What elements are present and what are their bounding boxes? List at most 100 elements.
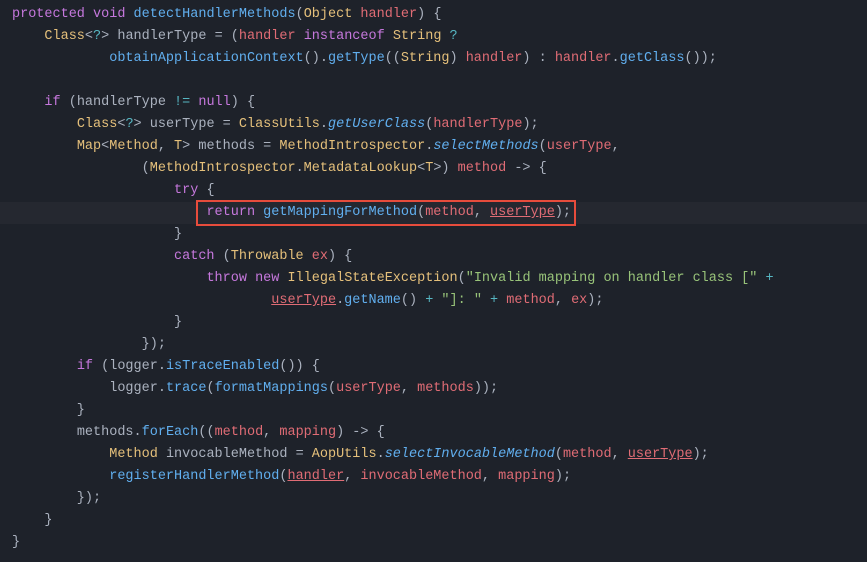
type: Map xyxy=(77,139,101,154)
parameter: userType xyxy=(547,139,612,154)
indent xyxy=(12,95,44,110)
variable: logger xyxy=(109,359,158,374)
method-call: forEach xyxy=(142,425,199,440)
type: ClassUtils xyxy=(239,117,320,132)
type: IllegalStateException xyxy=(287,271,457,286)
punctuation: , xyxy=(482,469,498,484)
code-editor[interactable]: protected void detectHandlerMethods(Obje… xyxy=(12,4,867,554)
type: String xyxy=(393,29,442,44)
punctuation: , xyxy=(612,447,628,462)
punctuation: > xyxy=(182,139,198,154)
type: Object xyxy=(304,7,353,22)
indent xyxy=(12,249,174,264)
punctuation: ) : xyxy=(522,51,554,66)
punctuation: . xyxy=(158,381,166,396)
method-call: isTraceEnabled xyxy=(166,359,279,374)
punctuation: ( xyxy=(215,249,231,264)
punctuation: , xyxy=(263,425,279,440)
indent xyxy=(12,271,206,286)
keyword: if xyxy=(44,95,60,110)
type: Method xyxy=(109,447,158,462)
method-call: getClass xyxy=(620,51,685,66)
keyword: return xyxy=(206,205,255,220)
space xyxy=(304,249,312,264)
type: MetadataLookup xyxy=(304,161,417,176)
punctuation: > xyxy=(134,117,150,132)
punctuation: ) xyxy=(450,51,466,66)
operator: ? xyxy=(441,29,457,44)
code-line: Map<Method, T> methods = MethodIntrospec… xyxy=(12,136,867,158)
method-call: formatMappings xyxy=(215,381,328,396)
punctuation: = ( xyxy=(206,29,238,44)
type: T xyxy=(174,139,182,154)
variable: methods xyxy=(198,139,255,154)
string: "Invalid mapping on handler class [" xyxy=(466,271,758,286)
indent xyxy=(12,381,109,396)
code-line: Class<?> handlerType = (handler instance… xyxy=(12,26,867,48)
brace: } xyxy=(12,227,182,242)
code-line: } xyxy=(12,510,867,532)
parameter: method xyxy=(215,425,264,440)
method-call: selectMethods xyxy=(433,139,538,154)
punctuation: ); xyxy=(555,205,571,220)
code-line: if (handlerType != null) { xyxy=(12,92,867,114)
method-call: getName xyxy=(344,293,401,308)
variable-captured: userType xyxy=(271,293,336,308)
parameter: userType xyxy=(336,381,401,396)
code-line: Class<?> userType = ClassUtils.getUserCl… xyxy=(12,114,867,136)
code-line: (MethodIntrospector.MetadataLookup<T>) m… xyxy=(12,158,867,180)
code-line: } xyxy=(12,532,867,554)
brace: }); xyxy=(12,491,101,506)
indent xyxy=(12,469,109,484)
code-line: } xyxy=(12,400,867,422)
operator: ? xyxy=(93,29,101,44)
punctuation: . xyxy=(134,425,142,440)
code-line: registerHandlerMethod(handler, invocable… xyxy=(12,466,867,488)
parameter: method xyxy=(458,161,507,176)
punctuation: , xyxy=(401,381,417,396)
parameter: handler xyxy=(360,7,417,22)
code-line: protected void detectHandlerMethods(Obje… xyxy=(12,4,867,26)
method-call: selectInvocableMethod xyxy=(385,447,555,462)
method-name: detectHandlerMethods xyxy=(134,7,296,22)
arrow: -> { xyxy=(506,161,547,176)
keyword: try xyxy=(174,183,198,198)
punctuation: < xyxy=(85,29,93,44)
parameter: method xyxy=(563,447,612,462)
string: "]: " xyxy=(441,293,482,308)
type: MethodIntrospector xyxy=(150,161,296,176)
type: Class xyxy=(44,29,85,44)
punctuation: . xyxy=(296,161,304,176)
indent xyxy=(12,51,109,66)
indent xyxy=(12,359,77,374)
punctuation: ( xyxy=(328,381,336,396)
space xyxy=(482,293,490,308)
space xyxy=(255,205,263,220)
punctuation: . xyxy=(377,447,385,462)
variable: invocableMethod xyxy=(166,447,288,462)
keyword: throw xyxy=(206,271,247,286)
parameter: ex xyxy=(571,293,587,308)
type: Class xyxy=(77,117,118,132)
code-line: catch (Throwable ex) { xyxy=(12,246,867,268)
parameter: handler xyxy=(466,51,523,66)
brace: } xyxy=(12,403,85,418)
code-line: } xyxy=(12,224,867,246)
parameter: handlerType xyxy=(433,117,522,132)
punctuation: ( xyxy=(206,381,214,396)
punctuation: ) { xyxy=(328,249,352,264)
indent xyxy=(12,293,271,308)
punctuation: { xyxy=(198,183,214,198)
code-line: if (logger.isTraceEnabled()) { xyxy=(12,356,867,378)
punctuation: ) { xyxy=(417,7,441,22)
punctuation: = xyxy=(215,117,239,132)
variable-captured: userType xyxy=(628,447,693,462)
code-line: obtainApplicationContext().getType((Stri… xyxy=(12,48,867,70)
parameter: mapping xyxy=(498,469,555,484)
indent xyxy=(12,205,206,220)
punctuation: . xyxy=(612,51,620,66)
punctuation: ()) { xyxy=(279,359,320,374)
parameter: method xyxy=(425,205,474,220)
punctuation: (( xyxy=(198,425,214,440)
punctuation: ( xyxy=(555,447,563,462)
